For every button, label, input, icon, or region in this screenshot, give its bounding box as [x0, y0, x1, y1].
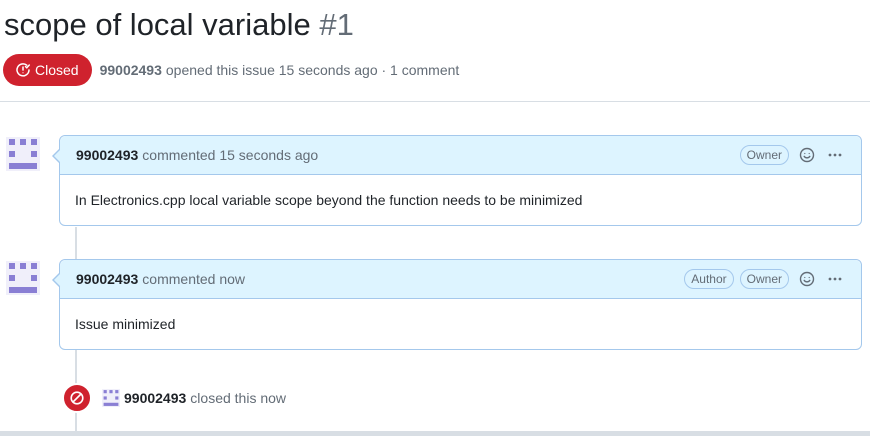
comment-body: In Electronics.cpp local variable scope …	[75, 192, 583, 208]
issue-number: #1	[319, 7, 354, 42]
bottom-divider	[0, 431, 870, 436]
header-divider	[0, 101, 870, 102]
identicon-avatar[interactable]	[6, 137, 40, 171]
issue-title-text: scope of local variable	[4, 7, 311, 42]
issue-state-badge: Closed	[3, 53, 92, 86]
owner-label: Owner	[739, 269, 789, 289]
issue-title: scope of local variable #1	[4, 6, 354, 44]
identicon-avatar[interactable]	[6, 261, 40, 295]
issue-closed-icon	[16, 62, 31, 77]
author-label: Author	[684, 269, 734, 289]
comment-card: 99002493 commented 15 seconds ago Owner …	[52, 135, 862, 226]
comment-card: 99002493 commented now Author Owner Issu…	[52, 259, 862, 350]
event-author-link[interactable]: 99002493	[124, 390, 186, 406]
smiley-icon[interactable]	[797, 269, 817, 289]
comment-header: 99002493 commented now Author Owner	[60, 260, 861, 299]
comment-time[interactable]: commented 15 seconds ago	[142, 147, 318, 163]
event-text: closed this now	[190, 390, 287, 406]
smiley-icon[interactable]	[797, 145, 817, 165]
kebab-horizontal-icon[interactable]	[825, 269, 845, 289]
comment-header: 99002493 commented 15 seconds ago Owner	[60, 136, 861, 175]
issue-meta: Closed 99002493 opened this issue 15 sec…	[3, 53, 459, 86]
skip-icon	[62, 383, 92, 413]
owner-label: Owner	[739, 145, 789, 165]
comment-time[interactable]: commented now	[142, 271, 245, 287]
identicon-avatar[interactable]	[102, 389, 120, 407]
issue-opened-text: opened this issue 15 seconds ago · 1 com…	[165, 61, 460, 78]
comment-body: Issue minimized	[75, 316, 176, 332]
comment-author-link[interactable]: 99002493	[76, 271, 138, 287]
issue-author-link[interactable]: 99002493	[100, 62, 162, 78]
comment-author-link[interactable]: 99002493	[76, 147, 138, 163]
issue-state-label: Closed	[35, 61, 79, 78]
timeline-event-closed: 99002493 closed this now	[62, 383, 286, 413]
kebab-horizontal-icon[interactable]	[825, 145, 845, 165]
